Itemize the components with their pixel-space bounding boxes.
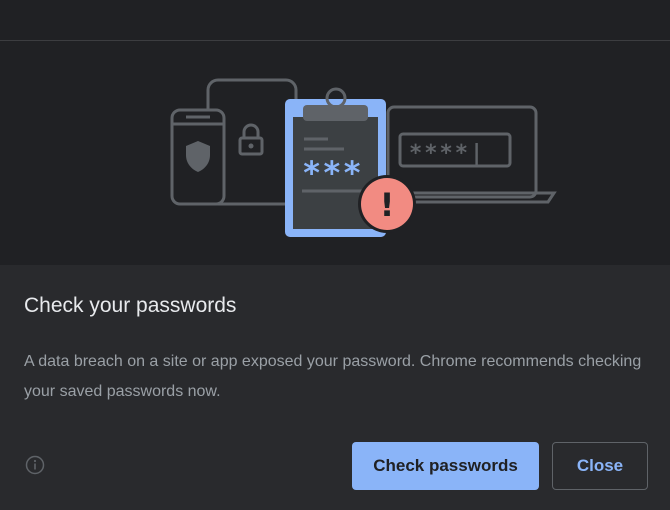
dialog-body: A data breach on a site or app exposed y… [24, 353, 642, 400]
dialog-title: Check your passwords [24, 294, 237, 317]
password-breach-illustration: ****| *** ! [0, 41, 670, 265]
password-check-dialog: ****| *** ! Check your passwords A data … [0, 0, 670, 510]
top-bar [0, 0, 670, 41]
masked-password-long: ****| [409, 141, 485, 166]
masked-password-short: *** [302, 154, 363, 192]
phone-icon [170, 108, 226, 206]
alert-icon: ! [380, 186, 395, 224]
lock-icon [238, 123, 264, 156]
alert-badge: ! [358, 175, 416, 233]
info-icon[interactable] [25, 455, 45, 475]
check-passwords-button[interactable]: Check passwords [352, 442, 539, 490]
close-button[interactable]: Close [552, 442, 648, 490]
